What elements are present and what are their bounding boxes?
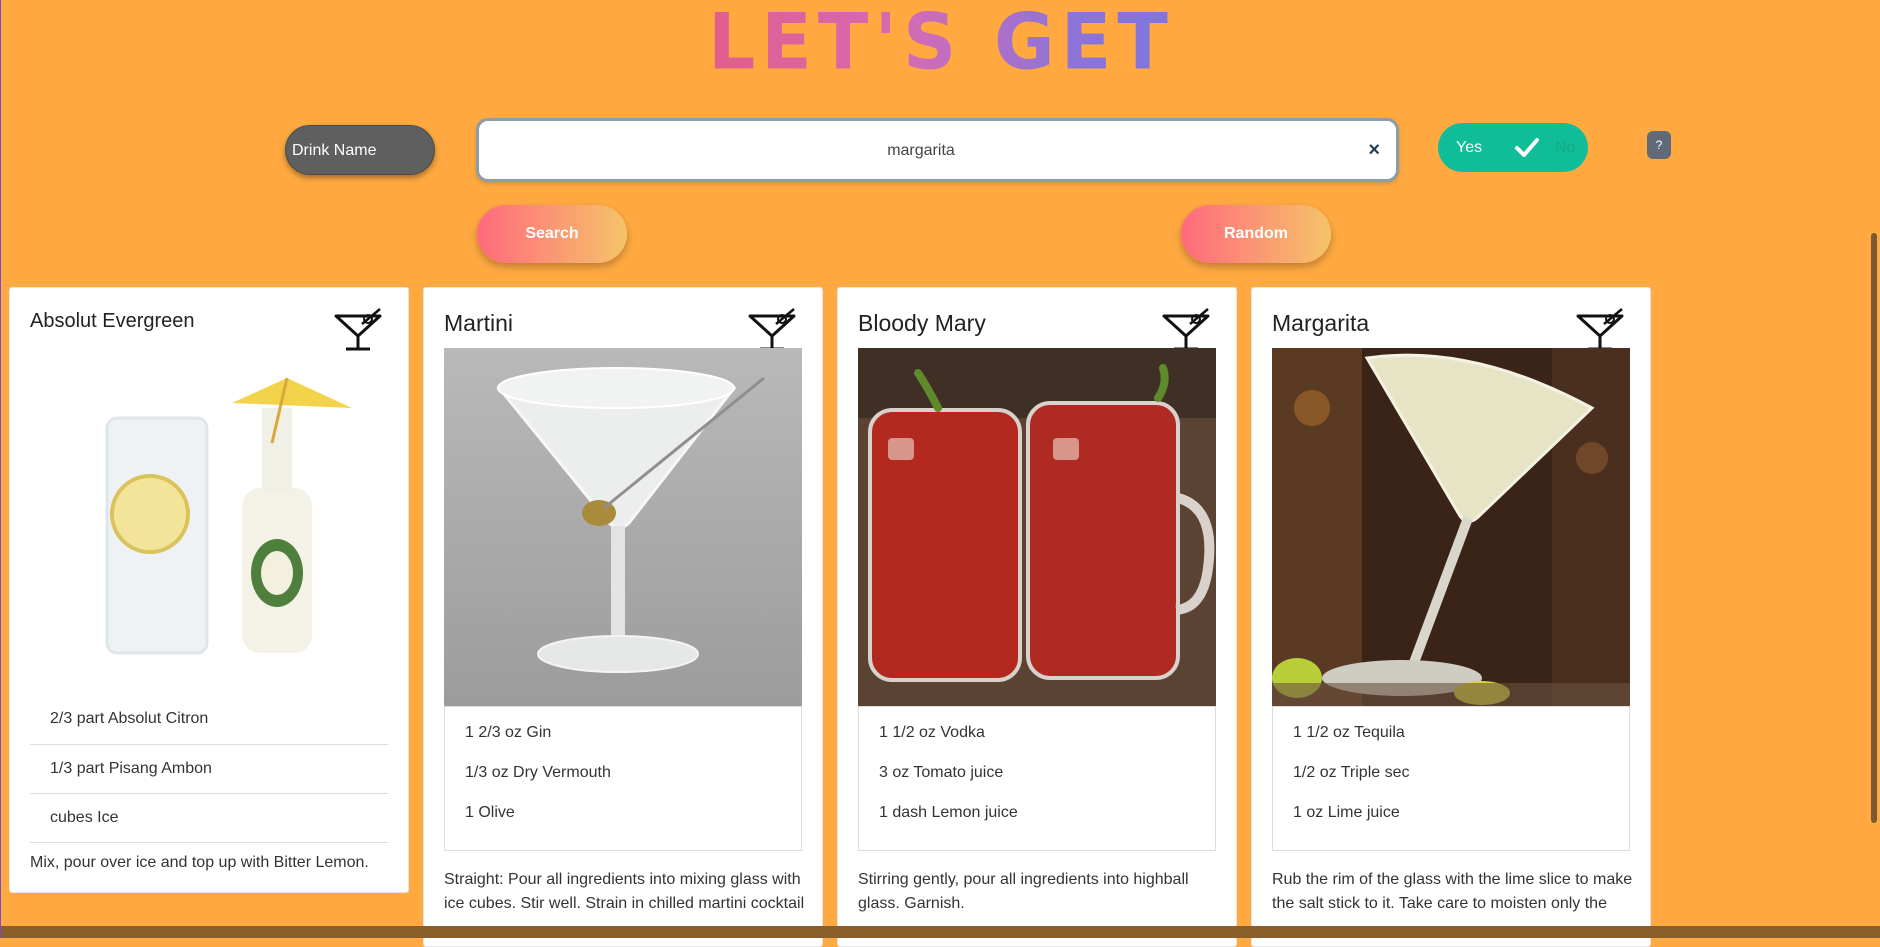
alcoholic-toggle[interactable]: Yes No [1438,123,1588,172]
random-button[interactable]: Random [1181,205,1331,263]
horizontal-scrollbar[interactable] [1,926,1880,938]
drink-photo [1272,348,1630,706]
toggle-yes-label: Yes [1456,139,1483,156]
drink-card: Martini 1 2/3 oz Gin 1/3 oz Dry Vermouth… [423,287,823,947]
ingredient-item: 1/2 oz Triple sec [1293,764,1410,781]
drink-name: Martini [444,310,514,336]
ingredient-item: 1/3 part Pisang Ambon [30,745,388,794]
cocktail-glass-icon[interactable] [746,306,798,352]
ingredient-list: 1 2/3 oz Gin 1/3 oz Dry Vermouth 1 Olive [444,706,802,851]
drink-card: Absolut Evergreen 2/3 part Absolut Citro… [9,287,409,893]
ingredient-item: 1 dash Lemon juice [879,804,1018,821]
drink-name: Margarita [1272,310,1370,336]
ingredient-item: cubes Ice [30,794,388,843]
drink-photo [858,348,1216,706]
drink-instructions: Stirring gently, pour all ingredients in… [858,871,1189,912]
page-scrollbar[interactable] [1871,233,1877,823]
drink-instructions: Mix, pour over ice and top up with Bitte… [30,854,369,871]
search-input[interactable] [489,121,1353,181]
ingredient-item: 3 oz Tomato juice [879,764,1004,781]
ingredient-list: 1 1/2 oz Vodka 3 oz Tomato juice 1 dash … [858,706,1216,851]
ingredient-item: 1 2/3 oz Gin [465,724,552,741]
drink-photo [444,348,802,706]
ingredient-list: 2/3 part Absolut Citron 1/3 part Pisang … [30,696,388,843]
ingredient-item: 1 1/2 oz Vodka [879,724,985,741]
drink-instructions: Straight: Pour all ingredients into mixi… [444,871,805,912]
search-mode-button[interactable]: Drink Name [285,125,435,175]
toggle-no-label: No [1555,139,1576,156]
search-box: × [476,118,1399,182]
close-icon[interactable]: × [1368,139,1380,162]
ingredient-item: 1 oz Lime juice [1293,804,1400,821]
drink-card: Margarita 1 1/2 oz Tequila 1/2 oz Triple… [1251,287,1651,947]
ingredient-item: 1/3 oz Dry Vermouth [465,764,611,781]
cocktail-glass-icon[interactable] [1574,306,1626,352]
cocktail-glass-icon[interactable] [332,306,384,352]
ingredient-item: 2/3 part Absolut Citron [30,696,388,745]
ingredient-item: 1 Olive [465,804,515,821]
drink-card: Bloody Mary 1 1/2 oz Vodka 3 oz Tomato j… [837,287,1237,947]
page-title: LET'S GET DRUNK! [621,0,1261,174]
drink-photo [62,368,362,658]
ingredient-list: 1 1/2 oz Tequila 1/2 oz Triple sec 1 oz … [1272,706,1630,851]
ingredient-item: 1 1/2 oz Tequila [1293,724,1405,741]
drink-instructions: Rub the rim of the glass with the lime s… [1272,871,1633,912]
drink-name: Bloody Mary [858,310,986,336]
cocktail-glass-icon[interactable] [1160,306,1212,352]
search-button[interactable]: Search [477,205,627,263]
help-button[interactable]: ? [1647,131,1671,159]
check-icon [1515,138,1539,157]
drink-name: Absolut Evergreen [30,310,195,332]
